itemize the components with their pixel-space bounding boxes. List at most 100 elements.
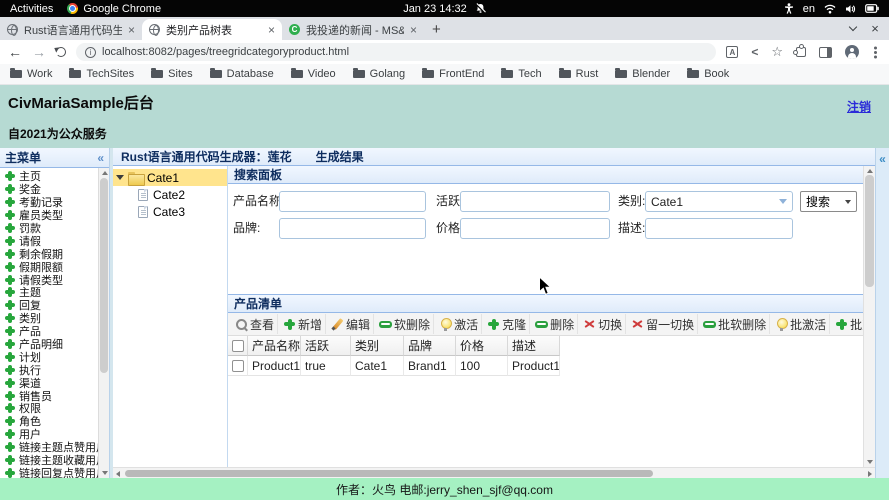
translate-icon[interactable] bbox=[726, 46, 738, 58]
sidebar-menu-item[interactable]: 销售员 bbox=[0, 389, 98, 402]
grid-toolbar-button[interactable]: 删除 bbox=[532, 314, 578, 334]
sidebar-menu-item[interactable]: 奖金 bbox=[0, 183, 98, 196]
profile-avatar[interactable] bbox=[845, 45, 859, 59]
sidebar-menu-item[interactable]: 用户 bbox=[0, 428, 98, 441]
scroll-down-arrow[interactable] bbox=[102, 471, 108, 475]
bookmark-folder[interactable]: Tech bbox=[501, 68, 541, 80]
scrollbar-thumb[interactable] bbox=[100, 178, 108, 373]
sidebar-menu-item[interactable]: 请假类型 bbox=[0, 273, 98, 286]
scroll-right-arrow[interactable] bbox=[868, 471, 872, 477]
sidebar-menu-item[interactable]: 产品 bbox=[0, 325, 98, 338]
content-scrollbar-horizontal[interactable] bbox=[113, 467, 875, 478]
column-header[interactable]: 描述 bbox=[508, 336, 560, 356]
column-header[interactable]: 类别 bbox=[351, 336, 404, 356]
bookmark-folder[interactable]: Video bbox=[291, 68, 336, 80]
bookmark-folder[interactable]: Work bbox=[10, 68, 52, 80]
scroll-up-arrow[interactable] bbox=[102, 171, 108, 175]
collapse-left-panel-icon[interactable]: « bbox=[97, 151, 104, 165]
sidebar-menu-item[interactable]: 罚款 bbox=[0, 222, 98, 235]
active-input[interactable] bbox=[460, 191, 610, 212]
grid-toolbar-button[interactable]: 留一切换 bbox=[628, 314, 698, 334]
grid-toolbar-button[interactable]: 批软删除 bbox=[700, 314, 770, 334]
grid-toolbar-button[interactable]: 激活 bbox=[436, 314, 482, 334]
select-all-checkbox[interactable] bbox=[232, 340, 244, 352]
column-header[interactable]: 品牌 bbox=[404, 336, 456, 356]
tree-node[interactable]: Cate2 bbox=[113, 186, 227, 203]
brand-input[interactable] bbox=[279, 218, 426, 239]
forward-button[interactable]: → bbox=[32, 45, 46, 59]
bookmark-folder[interactable]: FrontEnd bbox=[422, 68, 484, 80]
bookmark-folder[interactable]: Blender bbox=[615, 68, 670, 80]
sidebar-menu-item[interactable]: 雇员类型 bbox=[0, 209, 98, 222]
keyboard-layout-indicator[interactable]: en bbox=[803, 3, 815, 15]
tree-node-selected[interactable]: Cate1 bbox=[113, 169, 227, 186]
sidebar-menu-item[interactable]: 剩余假期 bbox=[0, 247, 98, 260]
grid-toolbar-button[interactable]: 新增 bbox=[280, 314, 326, 334]
sidebar-menu-item[interactable]: 链接回复点赞用户 bbox=[0, 466, 98, 478]
grid-toolbar-button[interactable]: 查看 bbox=[232, 314, 278, 334]
bookmark-folder[interactable]: Sites bbox=[151, 68, 192, 80]
sidebar-menu-item[interactable]: 权限 bbox=[0, 402, 98, 415]
grid-toolbar-button[interactable]: 软删除 bbox=[376, 314, 434, 334]
browser-menu-icon[interactable] bbox=[874, 51, 877, 54]
scrollbar-thumb[interactable] bbox=[865, 175, 874, 287]
scroll-down-arrow[interactable] bbox=[867, 460, 873, 464]
tab-close-icon[interactable]: × bbox=[268, 24, 275, 36]
bookmark-folder[interactable]: Database bbox=[210, 68, 274, 80]
extensions-icon[interactable] bbox=[796, 47, 806, 57]
tab-rust-generator[interactable]: Rust语言通用代码生成器 × bbox=[0, 19, 142, 40]
address-bar[interactable]: localhost:8082/pages/treegridcategorypro… bbox=[76, 43, 716, 61]
logout-link[interactable]: 注销 bbox=[847, 98, 871, 115]
accessibility-icon[interactable] bbox=[784, 3, 794, 14]
product-name-input[interactable] bbox=[279, 191, 426, 212]
sidebar-menu-item[interactable]: 主题 bbox=[0, 286, 98, 299]
bookmark-folder[interactable]: Golang bbox=[353, 68, 405, 80]
content-scrollbar-vertical[interactable] bbox=[863, 166, 875, 467]
column-header[interactable]: 价格 bbox=[456, 336, 508, 356]
tab-category-product-tree[interactable]: 类别产品树表 × bbox=[142, 19, 282, 40]
bookmark-folder[interactable]: TechSites bbox=[69, 68, 134, 80]
sidebar-menu-item[interactable]: 主页 bbox=[0, 170, 98, 183]
tree-expander-icon[interactable] bbox=[116, 175, 124, 180]
grid-toolbar-button[interactable]: 克隆 bbox=[484, 314, 530, 334]
tab-close-icon[interactable]: × bbox=[128, 24, 135, 36]
activities-button[interactable]: Activities bbox=[10, 3, 53, 15]
table-row[interactable]: Product1 true Cate1 Brand1 100 Product1 bbox=[228, 356, 863, 376]
expand-right-panel-icon[interactable]: « bbox=[879, 152, 886, 478]
scrollbar-thumb[interactable] bbox=[125, 470, 653, 477]
scroll-up-arrow[interactable] bbox=[867, 169, 873, 173]
bookmark-folder[interactable]: Rust bbox=[559, 68, 599, 80]
price-input[interactable] bbox=[460, 218, 610, 239]
grid-toolbar-button[interactable]: 批激活 bbox=[772, 314, 830, 334]
sidebar-menu-item[interactable]: 计划 bbox=[0, 350, 98, 363]
grid-toolbar-button[interactable]: 批克隆 bbox=[832, 314, 863, 334]
sidebar-menu-item[interactable]: 产品明细 bbox=[0, 338, 98, 351]
back-button[interactable]: ← bbox=[8, 45, 22, 59]
result-tab-label[interactable]: 生成结果 bbox=[316, 148, 364, 165]
chevron-down-icon[interactable] bbox=[779, 199, 787, 204]
new-tab-button[interactable]: + bbox=[424, 20, 449, 40]
window-close-button[interactable]: × bbox=[867, 20, 883, 36]
tree-node[interactable]: Cate3 bbox=[113, 203, 227, 220]
app-menu[interactable]: Google Chrome bbox=[67, 3, 161, 15]
sidebar-menu-item[interactable]: 类别 bbox=[0, 312, 98, 325]
clock[interactable]: Jan 23 14:32 bbox=[403, 3, 467, 15]
sidebar-menu-item[interactable]: 渠道 bbox=[0, 376, 98, 389]
sidebar-menu-item[interactable]: 假期限额 bbox=[0, 260, 98, 273]
sidebar-menu-item[interactable]: 执行 bbox=[0, 363, 98, 376]
category-combobox[interactable]: Cate1 bbox=[645, 191, 793, 212]
tab-close-icon[interactable]: × bbox=[410, 24, 417, 36]
sidebar-menu-item[interactable]: 考勤记录 bbox=[0, 196, 98, 209]
description-input[interactable] bbox=[645, 218, 793, 239]
grid-toolbar-button[interactable]: 切换 bbox=[580, 314, 626, 334]
column-header[interactable]: 产品名称 bbox=[248, 336, 301, 356]
tab-news[interactable]: 我投递的新闻 - MS&A(M × bbox=[282, 19, 424, 40]
site-info-icon[interactable] bbox=[85, 47, 96, 58]
sidebar-scrollbar[interactable] bbox=[98, 168, 109, 478]
scroll-left-arrow[interactable] bbox=[116, 471, 120, 477]
row-checkbox[interactable] bbox=[232, 360, 244, 372]
sidebar-menu-item[interactable]: 角色 bbox=[0, 415, 98, 428]
side-panel-icon[interactable] bbox=[819, 47, 832, 58]
reload-button[interactable] bbox=[56, 47, 66, 57]
grid-toolbar-button[interactable]: 编辑 bbox=[328, 314, 374, 334]
